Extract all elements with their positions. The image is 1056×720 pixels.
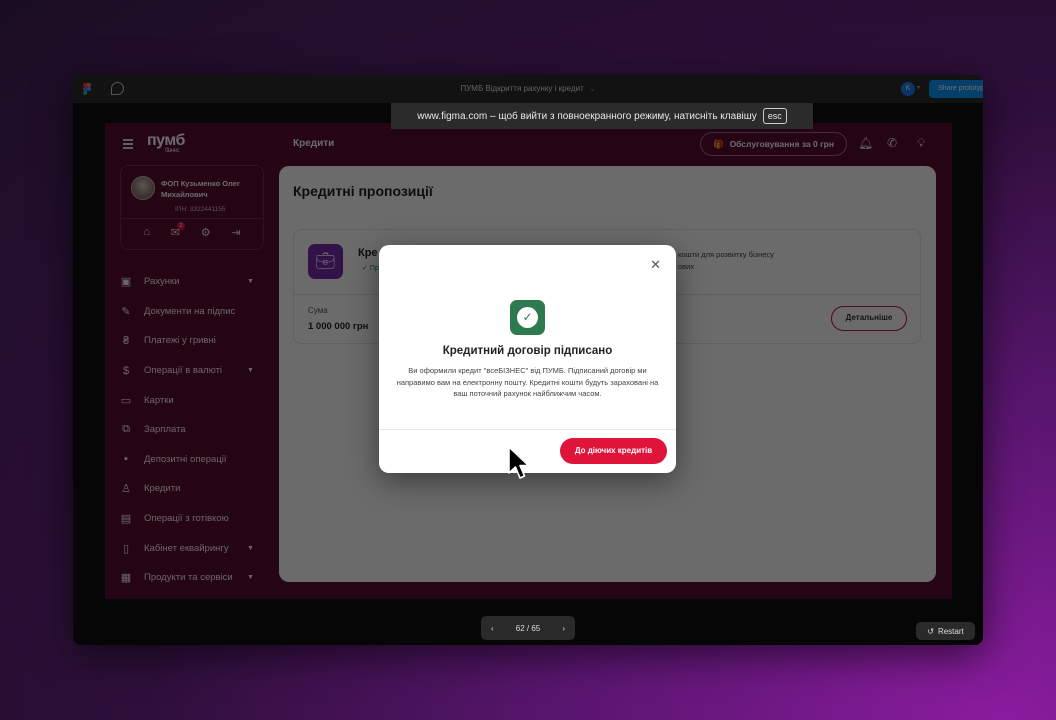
profile-inn: ІПН: 3322441155 [175, 206, 226, 213]
sidebar-item-salary[interactable]: ⧉ Зарплата [119, 415, 269, 445]
sidebar-item-cards[interactable]: ▭ Картки [119, 385, 269, 415]
chevron-down-icon: ▼ [247, 544, 254, 552]
sidebar-nav: ▣ Рахунки ▼ ✎ Документи на підпис ₴ Плат… [119, 267, 269, 593]
promo-label: Обслуговування за 0 грн [729, 139, 835, 149]
chevron-down-icon: ▼ [247, 278, 254, 286]
chevron-right-icon[interactable]: › [562, 624, 565, 633]
sidebar-item-accounts[interactable]: ▣ Рахунки ▼ [119, 267, 269, 297]
signature-icon: ✎ [121, 305, 131, 318]
modal-title: Кредитний договір підписано [442, 345, 613, 357]
sum-value: 1 000 000 грн [308, 321, 369, 332]
chevron-down-icon: ▼ [247, 574, 254, 582]
sidebar-item-label: Операції з готівкою [144, 513, 229, 525]
menu-icon[interactable] [123, 139, 133, 151]
details-button[interactable]: Детальніше [831, 306, 907, 331]
success-modal: ✕ ✓ Кредитний договір підписано Ви оформ… [379, 245, 676, 473]
sidebar-item-label: Операції в валюті [144, 365, 223, 377]
salary-icon: ⧉ [122, 423, 130, 436]
fullscreen-notice: www.figma.com – щоб вийти з повноекранно… [391, 103, 813, 129]
offer-name: Кре [358, 247, 378, 259]
active-credits-button[interactable]: До діючих кредитів [560, 438, 667, 464]
sidebar-item-label: Картки [144, 394, 174, 406]
restart-icon: ↺ [927, 626, 934, 636]
prototype-pager: ‹ 62 / 65 › [481, 616, 575, 640]
sidebar-item-products[interactable]: ▦ Продукти та сервіси ▼ [119, 563, 269, 593]
sidebar-item-documents[interactable]: ✎ Документи на підпис [119, 297, 269, 327]
file-title-text: ПУМБ Відкриття рахунку і кредит [460, 84, 584, 93]
avatar[interactable] [131, 176, 155, 200]
gear-icon[interactable]: ⚙ [201, 226, 211, 239]
pumb-logo[interactable]: пумб бізнес [147, 132, 185, 154]
sidebar-item-label: Продукти та сервіси [144, 572, 233, 584]
app-header: пумб бізнес Кредити 🎁 Обслуговування за … [105, 123, 952, 165]
offer-desc-line: кошти для розвитку бізнесу [678, 250, 774, 259]
sidebar: ФОП Кузьменко Олег Михайлович ІПН: 33224… [105, 165, 277, 599]
page-counter: 62 / 65 [515, 623, 541, 633]
profile-card: ФОП Кузьменко Олег Михайлович ІПН: 33224… [120, 165, 264, 250]
chevron-left-icon[interactable]: ‹ [491, 624, 494, 633]
sum-label: Сума [308, 306, 328, 315]
briefcase-icon: ▦ [120, 572, 132, 585]
lightbulb-icon[interactable]: 💡︎ [917, 136, 925, 151]
accounts-icon: ▣ [120, 276, 132, 289]
offer-desc-line: ових [678, 262, 695, 271]
bell-icon[interactable]: 🔔︎ [858, 136, 873, 150]
restart-label: Restart [937, 626, 964, 636]
modal-text: Ви оформили кредит "всеБІЗНЕС" від ПУМБ.… [396, 366, 659, 398]
sidebar-item-acquiring[interactable]: ▯ Кабінет еквайрингу ▼ [119, 533, 269, 563]
briefcase-icon: 💼︎ [308, 244, 343, 279]
sidebar-item-label: Платежі у гривні [144, 335, 216, 347]
chevron-down-icon: ▼ [247, 367, 254, 375]
chevron-down-icon: ⌄ [589, 86, 596, 93]
status-badge: ✓ Пр [362, 265, 379, 272]
chevron-down-icon[interactable]: ▾ [917, 84, 920, 91]
sidebar-item-label: Кабінет еквайрингу [144, 542, 229, 554]
mouse-cursor-icon [508, 446, 530, 479]
sidebar-item-currency[interactable]: $ Операції в валюті ▼ [119, 356, 269, 386]
figma-prototype-window: ПУМБ Відкриття рахунку і кредит ⌄ K ▾ Sha… [73, 75, 983, 645]
logo-text: пумб [147, 132, 185, 149]
pos-terminal-icon: ▯ [122, 542, 130, 555]
offer-description: кошти для розвитку бізнесу ових [678, 249, 918, 273]
sidebar-item-credits[interactable]: ♙ Кредити [119, 474, 269, 504]
sidebar-item-label: Депозитні операції [144, 453, 227, 465]
sidebar-item-label: Зарплата [144, 424, 186, 436]
profile-name: ФОП Кузьменко Олег Михайлович [161, 179, 240, 199]
sidebar-item-label: Кредити [144, 483, 181, 495]
phone-icon[interactable]: ✆ [887, 136, 897, 150]
file-title[interactable]: ПУМБ Відкриття рахунку і кредит ⌄ [73, 84, 983, 93]
logout-icon[interactable]: ⇥ [231, 226, 240, 239]
divider [121, 218, 263, 219]
status-text: Пр [369, 265, 379, 272]
dollar-icon: $ [122, 364, 130, 377]
mail-icon[interactable]: ✉ 2 [171, 222, 185, 239]
page-title: Кредити [293, 138, 335, 149]
sidebar-item-deposits[interactable]: ▪ Депозитні операції [119, 445, 269, 475]
deposit-icon: ▪ [124, 453, 128, 466]
card-icon: ▭ [120, 394, 132, 407]
share-prototype-button[interactable]: Share prototype [929, 80, 983, 98]
credit-icon: ♙ [121, 483, 131, 496]
user-avatar[interactable]: K [901, 82, 915, 96]
profile-actions: ⌂ ✉ 2 ⚙ ⇥ [121, 222, 263, 239]
sidebar-item-payments[interactable]: ₴ Платежі у гривні [119, 326, 269, 356]
restart-button[interactable]: ↺ Restart [916, 622, 975, 640]
content-title: Кредитні пропозиції [293, 183, 433, 199]
check-icon: ✓ [510, 300, 545, 335]
cash-icon: ▤ [120, 513, 132, 526]
free-service-button[interactable]: 🎁 Обслуговування за 0 грн [700, 132, 847, 156]
hryvnia-icon: ₴ [122, 334, 130, 347]
esc-key: esc [762, 108, 787, 124]
sidebar-item-label: Рахунки [144, 276, 180, 288]
sidebar-item-cash[interactable]: ▤ Операції з готівкою [119, 504, 269, 534]
divider [379, 429, 676, 430]
fullscreen-notice-text: www.figma.com – щоб вийти з повноекранно… [417, 110, 757, 122]
gift-icon: 🎁 [712, 138, 724, 149]
figma-toolbar: ПУМБ Відкриття рахунку і кредит ⌄ K ▾ Sha… [73, 75, 983, 103]
mail-badge: 2 [177, 222, 185, 230]
close-icon[interactable]: ✕ [650, 257, 661, 273]
sidebar-item-label: Документи на підпис [144, 305, 236, 317]
home-icon[interactable]: ⌂ [143, 226, 150, 239]
